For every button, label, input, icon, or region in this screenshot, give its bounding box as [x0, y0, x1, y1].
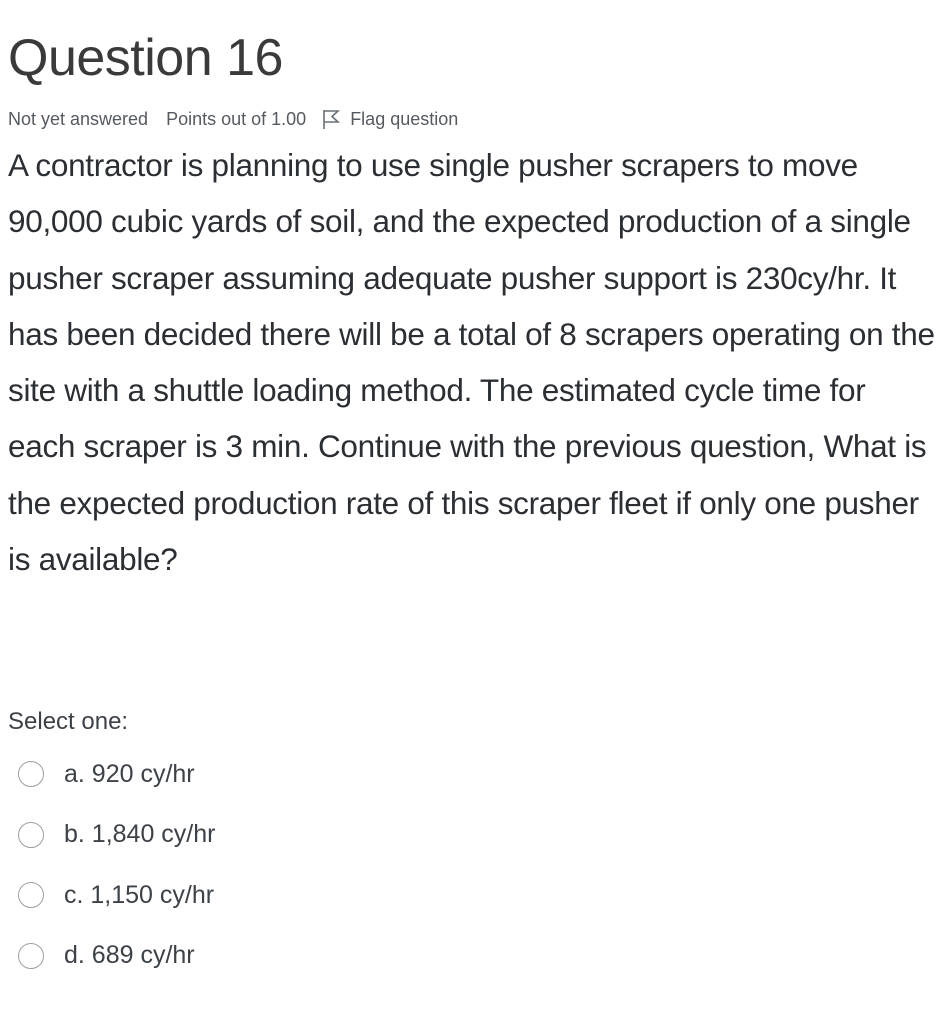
- flag-question-label: Flag question: [350, 108, 459, 129]
- answer-option-d[interactable]: d. 689 cy/hr: [18, 926, 215, 987]
- answer-option-c[interactable]: c. 1,150 cy/hr: [18, 865, 215, 926]
- question-info-bar: Not yet answered Points out of 1.00 Flag…: [8, 106, 458, 132]
- question-text: A contractor is planning to use single p…: [8, 147, 935, 578]
- flag-question-link[interactable]: Flag question: [320, 108, 458, 130]
- answer-option-label[interactable]: b. 1,840 cy/hr: [64, 820, 215, 849]
- answer-option-label[interactable]: a. 920 cy/hr: [64, 760, 195, 789]
- answer-option-b[interactable]: b. 1,840 cy/hr: [18, 805, 215, 866]
- answer-option-label[interactable]: d. 689 cy/hr: [64, 941, 195, 970]
- answer-option-a[interactable]: a. 920 cy/hr: [18, 744, 215, 805]
- select-one-prompt: Select one:: [8, 708, 129, 735]
- radio-button-c[interactable]: [18, 882, 44, 909]
- radio-button-d[interactable]: [18, 942, 44, 969]
- radio-button-a[interactable]: [18, 761, 44, 788]
- question-title: Question 16: [8, 29, 283, 87]
- flag-outline-icon: [323, 110, 341, 129]
- question-status: Not yet answered: [8, 108, 149, 129]
- question-points: Points out of 1.00: [166, 108, 307, 129]
- radio-button-b[interactable]: [18, 821, 44, 848]
- answer-option-label[interactable]: c. 1,150 cy/hr: [64, 881, 214, 910]
- answer-options: a. 920 cy/hr b. 1,840 cy/hr c. 1,150 cy/…: [18, 744, 215, 986]
